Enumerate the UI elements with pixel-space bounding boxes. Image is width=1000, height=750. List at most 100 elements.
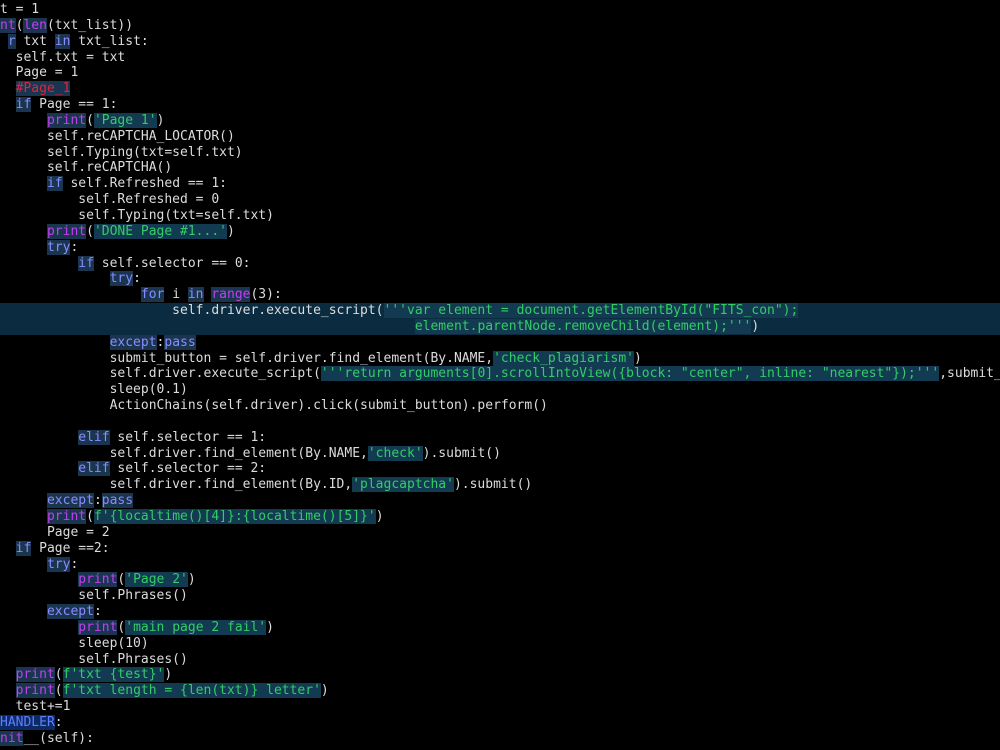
code-text: ( [86,509,94,524]
code-text: sleep(10) [0,635,149,651]
keyword-token: except [46,493,94,509]
code-text: ) [266,619,274,635]
code-line[interactable]: elif self.selector == 2: [0,461,1000,477]
code-line[interactable]: try: [0,556,1000,573]
code-line[interactable]: if Page ==2: [0,540,1000,557]
string-token: 'check' [367,445,423,461]
code-line[interactable]: self.txt = txt [0,50,1000,66]
code-line[interactable]: sleep(10) [0,636,1000,652]
code-text: Page ==2: [31,540,110,556]
code-text: i [164,287,188,303]
code-line[interactable]: print('main page 2 fail') [0,619,1000,636]
code-line[interactable]: submit_button = self.driver.find_element… [0,350,1000,367]
code-line[interactable]: print(f'{localtime()[4]}:{localtime()[5]… [0,509,1000,525]
code-line[interactable]: self.driver.execute_script('''return arg… [0,366,1000,382]
code-text: self.driver.execute_script( [0,303,384,319]
code-line[interactable]: self.reCAPTCHA() [0,160,1000,176]
code-line[interactable]: try: [0,239,1000,256]
keyword-token: pass [101,493,134,509]
code-text: __(self): [23,730,94,746]
code-line[interactable]: print(f'txt {test}') [0,667,1000,683]
code-line[interactable]: for i in range(3): [0,287,1000,303]
keyword-token: in [54,33,71,49]
code-line[interactable]: Page = 2 [0,525,1000,541]
code-line[interactable]: self.driver.find_element(By.NAME,'check'… [0,445,1000,462]
string-token: 'check_plagiarism' [493,350,634,366]
code-line[interactable]: print('Page 2') [0,572,1000,588]
code-line[interactable]: except: [0,604,1000,620]
code-line[interactable]: if self.Refreshed == 1: [0,176,1000,192]
code-line[interactable]: if self.selector == 0: [0,255,1000,272]
string-token: '''var element = document.getElementById… [383,303,799,319]
code-text: self.selector == 1: [109,429,267,445]
code-text: ) [187,572,196,588]
code-line[interactable] [0,414,1000,430]
comment-token: #Page_1 [15,81,71,97]
code-line[interactable]: r txt in txt_list: [0,33,1000,50]
code-text: self.driver.find_element(By.ID, [0,477,353,493]
code-line[interactable]: except:pass [0,334,1000,351]
code-text: ) [375,509,384,524]
string-token: 'plagcaptcha' [352,477,454,493]
code-line[interactable]: self.Typing(txt=self.txt) [0,145,1000,161]
code-line[interactable]: HANDLER: [0,714,1000,731]
code-lines: t = 1 nt(len(txt_list)) r txt in txt_list… [0,2,1000,747]
code-line[interactable]: ActionChains(self.driver).click(submit_b… [0,398,1000,414]
code-line[interactable]: self.Refreshed = 0 [0,192,1000,208]
code-line[interactable]: elif self.selector == 1: [0,429,1000,446]
code-text: self.reCAPTCHA() [0,160,173,176]
code-text: self.Phrases() [0,651,188,667]
code-text: self.reCAPTCHA_LOCATOR() [0,128,235,144]
string-token: f'txt length = {len(txt)} letter' [62,683,321,699]
code-text: ( [86,112,94,128]
builtin-token: print [78,572,118,588]
code-line[interactable]: t = 1 [0,2,1000,18]
string-token: element.parentNode.removeChild(element);… [414,318,752,334]
code-text: ).submit() [453,477,533,493]
code-line[interactable]: self.driver.find_element(By.ID,'plagcapt… [0,477,1000,493]
code-line[interactable]: print('DONE Page #1...') [0,223,1000,240]
code-text: t = 1 [0,2,40,17]
code-text: self.Typing(txt=self.txt) [0,207,274,223]
code-text: ) [156,112,165,128]
code-line[interactable]: nt(len(txt_list)) [0,17,1000,34]
code-line[interactable]: self.Typing(txt=self.txt) [0,208,1000,224]
code-line[interactable]: nit__(self): [0,730,1000,747]
code-line[interactable]: self.reCAPTCHA_LOCATOR() [0,129,1000,145]
code-line[interactable]: print(f'txt length = {len(txt)} letter') [0,683,1000,699]
code-text: ActionChains(self.driver).click(submit_b… [0,398,548,414]
builtin-token: print [46,112,87,128]
code-text: self.Refreshed == 1: [62,176,227,192]
code-line[interactable]: sleep(0.1) [0,382,1000,398]
code-line[interactable]: if Page == 1: [0,97,1000,113]
code-editor[interactable]: t = 1 nt(len(txt_list)) r txt in txt_list… [0,0,1000,750]
code-line[interactable]: self.driver.execute_script('''var elemen… [0,303,1000,319]
builtin-token: print [15,683,55,699]
code-line[interactable]: Page = 1 [0,65,1000,81]
code-line[interactable]: #Page_1 [0,81,1000,97]
builtin-token: print [46,223,87,239]
code-line[interactable]: except:pass [0,493,1000,509]
code-text: self.driver.find_element(By.NAME, [0,445,368,461]
string-token: f'txt {test}' [62,667,165,683]
code-line[interactable]: try: [0,271,1000,287]
code-line[interactable]: element.parentNode.removeChild(element);… [0,318,1000,335]
code-line[interactable]: self.Phrases() [0,588,1000,604]
code-line[interactable]: print('Page 1') [0,112,1000,129]
code-line[interactable]: test+=1 [0,699,1000,715]
code-line[interactable]: self.Phrases() [0,652,1000,668]
class-name-token: HANDLER [0,714,55,730]
code-text: self.driver.execute_script( [0,366,321,382]
